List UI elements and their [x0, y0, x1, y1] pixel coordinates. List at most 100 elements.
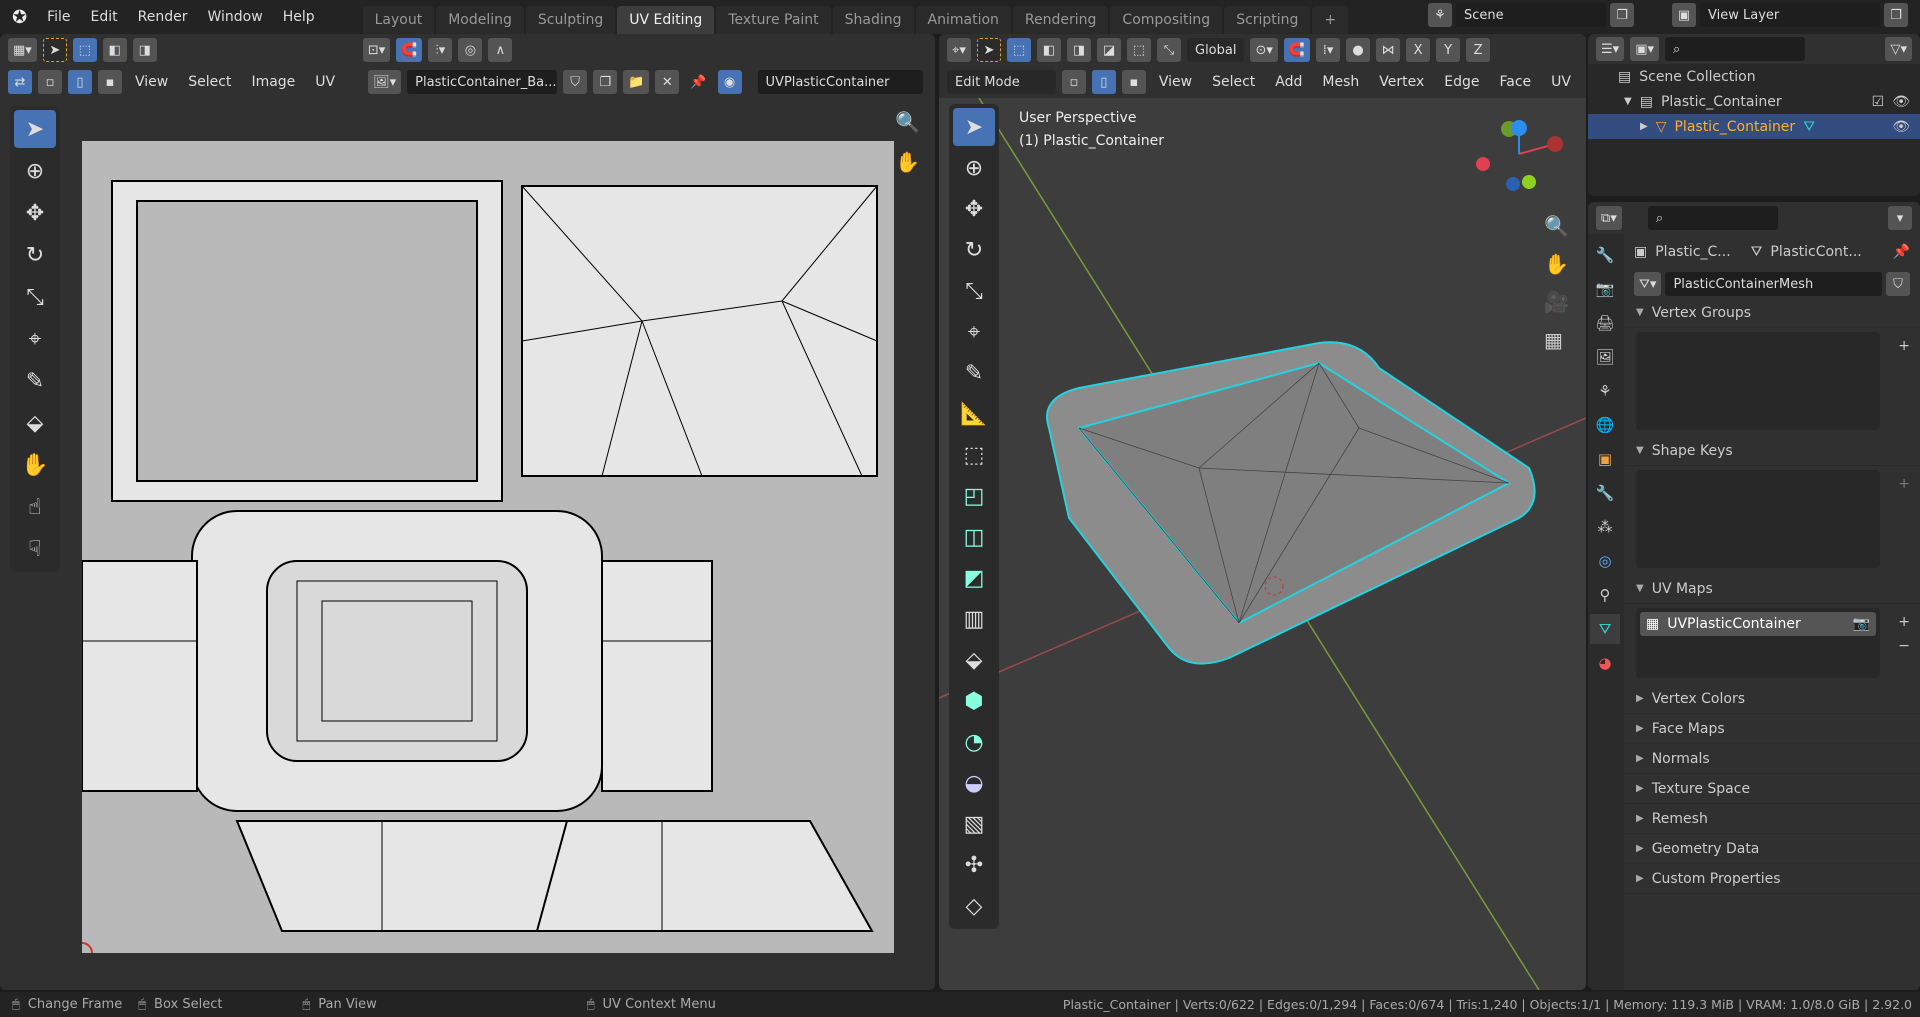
- object-tab-icon[interactable]: ▣: [1590, 444, 1620, 474]
- edge-slide-tool-icon[interactable]: ▧: [953, 805, 995, 843]
- expand-icon[interactable]: ▶: [1640, 121, 1648, 132]
- cursor-tool-icon[interactable]: ⊕: [953, 149, 995, 187]
- outliner-row-scene-collection[interactable]: ▤ Scene Collection: [1588, 64, 1920, 89]
- menu-select[interactable]: Select: [181, 74, 238, 90]
- select-invert-icon[interactable]: ◪: [1097, 38, 1121, 62]
- uv-map-icon[interactable]: ◉: [717, 70, 742, 94]
- editor-type-icon[interactable]: ▦▾: [8, 38, 37, 62]
- scene-field[interactable]: Scene: [1456, 3, 1606, 27]
- section-remesh[interactable]: ▶ Remesh: [1624, 804, 1920, 834]
- tab-compositing[interactable]: Compositing: [1110, 6, 1223, 34]
- grab-tool-icon[interactable]: ✋: [14, 446, 56, 484]
- pin-icon[interactable]: 📌: [1893, 244, 1910, 260]
- ortho-toggle-icon[interactable]: ▦: [1544, 328, 1569, 352]
- orientation-dropdown[interactable]: Global: [1187, 38, 1245, 62]
- menu-view[interactable]: View: [128, 74, 175, 90]
- select-tool-icon[interactable]: ➤: [977, 38, 1001, 62]
- uv-canvas[interactable]: [82, 141, 894, 953]
- smooth-tool-icon[interactable]: ◒: [953, 764, 995, 802]
- select-box-tool-icon[interactable]: ➤: [14, 110, 56, 148]
- knife-tool-icon[interactable]: ⬙: [953, 641, 995, 679]
- shape-keys-list[interactable]: [1636, 470, 1880, 568]
- mirror-x-toggle[interactable]: X: [1406, 38, 1431, 62]
- poly-build-tool-icon[interactable]: ⬢: [953, 682, 995, 720]
- menu-uv[interactable]: UV: [308, 74, 342, 90]
- spin-tool-icon[interactable]: ◔: [953, 723, 995, 761]
- add-cube-tool-icon[interactable]: ⬚: [953, 436, 995, 474]
- transform-tool-icon[interactable]: ⌖: [953, 313, 995, 351]
- snap-target-icon[interactable]: ⁞▾: [1316, 38, 1341, 62]
- edge-mode-icon[interactable]: ▯: [1091, 70, 1116, 94]
- menu-mesh[interactable]: Mesh: [1315, 74, 1366, 90]
- section-texture-space[interactable]: ▶ Texture Space: [1624, 774, 1920, 804]
- section-normals[interactable]: ▶ Normals: [1624, 744, 1920, 774]
- view-layer-icon[interactable]: ▣: [1672, 3, 1696, 27]
- scene-tab-icon[interactable]: ⚘: [1590, 376, 1620, 406]
- menu-select[interactable]: Select: [1205, 74, 1262, 90]
- tab-animation[interactable]: Animation: [915, 6, 1011, 34]
- new-view-layer-button[interactable]: ❐: [1884, 3, 1908, 27]
- select-extend-icon[interactable]: ◧: [1037, 38, 1061, 62]
- world-tab-icon[interactable]: 🌐: [1590, 410, 1620, 440]
- visibility-eye-icon[interactable]: 👁: [1892, 119, 1910, 135]
- rip-tool-icon[interactable]: ⬙: [14, 404, 56, 442]
- output-tab-icon[interactable]: 🖨: [1590, 308, 1620, 338]
- modifier-tab-icon[interactable]: 🔧: [1590, 478, 1620, 508]
- select-tool-icon[interactable]: ➤: [42, 38, 67, 62]
- transform-tool-icon[interactable]: ⌖: [14, 320, 56, 358]
- rotate-tool-icon[interactable]: ↻: [14, 236, 56, 274]
- navigation-gizmo[interactable]: [1469, 114, 1569, 214]
- zoom-view-icon[interactable]: 🔍: [895, 110, 920, 134]
- pivot-icon[interactable]: ⊡▾: [362, 38, 391, 62]
- add-shape-key-button[interactable]: +: [1898, 476, 1910, 492]
- expand-icon[interactable]: ▼: [1624, 96, 1632, 107]
- rotate-tool-icon[interactable]: ↻: [953, 231, 995, 269]
- proportional-icon[interactable]: ●: [1346, 38, 1371, 62]
- menu-file[interactable]: File: [37, 9, 80, 25]
- display-mode-icon[interactable]: ☰▾: [1596, 37, 1625, 61]
- editor-type-icon[interactable]: ⌖▾: [947, 38, 971, 62]
- filter-icon[interactable]: ▽▾: [1885, 37, 1912, 61]
- outliner-row-object[interactable]: ▶ ▽ Plastic_Container ⛛ 👁: [1588, 114, 1920, 139]
- falloff-icon[interactable]: ∧: [488, 38, 513, 62]
- visibility-eye-icon[interactable]: 👁: [1892, 94, 1910, 110]
- outliner-row-collection[interactable]: ▼ ▤ Plastic_Container ☑ 👁: [1588, 89, 1920, 114]
- mode-dropdown[interactable]: Edit Mode: [947, 70, 1056, 94]
- image-browse-icon[interactable]: 🖼▾: [368, 70, 402, 94]
- section-geometry-data[interactable]: ▶ Geometry Data: [1624, 834, 1920, 864]
- physics-tab-icon[interactable]: ◎: [1590, 546, 1620, 576]
- material-tab-icon[interactable]: ◕: [1590, 648, 1620, 678]
- camera-view-icon[interactable]: 🎥: [1544, 290, 1569, 314]
- uv-sync-icon[interactable]: ⇄: [8, 70, 32, 94]
- view-layer-filter-icon[interactable]: ▣▾: [1630, 37, 1659, 61]
- cursor-tool-icon[interactable]: ⊕: [14, 152, 56, 190]
- section-vertex-colors[interactable]: ▶ Vertex Colors: [1624, 684, 1920, 714]
- particles-tab-icon[interactable]: ⁂: [1590, 512, 1620, 542]
- remove-uv-map-button[interactable]: −: [1898, 638, 1910, 654]
- section-shape-keys[interactable]: ▼ Shape Keys: [1624, 436, 1920, 466]
- snap-icon[interactable]: 🧲: [396, 38, 423, 62]
- shear-tool-icon[interactable]: ◇: [953, 887, 995, 925]
- view-layer-field[interactable]: View Layer: [1700, 3, 1880, 27]
- image-name-field[interactable]: PlasticContainer_Ba...: [407, 70, 558, 94]
- fake-user-icon[interactable]: ⛉: [1886, 272, 1910, 296]
- select-mode-new-icon[interactable]: ⬚: [72, 38, 97, 62]
- properties-search[interactable]: ⌕: [1647, 206, 1778, 230]
- move-tool-icon[interactable]: ✥: [953, 190, 995, 228]
- tab-shading[interactable]: Shading: [832, 6, 914, 34]
- menu-face[interactable]: Face: [1493, 74, 1539, 90]
- exclude-checkbox[interactable]: ☑: [1872, 94, 1885, 110]
- active-render-icon[interactable]: 📷: [1853, 616, 1870, 632]
- render-tab-icon[interactable]: 📷: [1590, 274, 1620, 304]
- menu-render[interactable]: Render: [128, 9, 198, 25]
- section-custom-properties[interactable]: ▶ Custom Properties: [1624, 864, 1920, 894]
- tab-rendering[interactable]: Rendering: [1012, 6, 1109, 34]
- scale-tool-icon[interactable]: ⤡: [953, 272, 995, 310]
- snap-icon[interactable]: 🧲: [1283, 38, 1311, 62]
- view-layer-tab-icon[interactable]: 🖼: [1590, 342, 1620, 372]
- scene-selector-icon[interactable]: ⚘: [1428, 3, 1452, 27]
- measure-tool-icon[interactable]: 📐: [953, 395, 995, 433]
- annotate-tool-icon[interactable]: ✎: [14, 362, 56, 400]
- mirror-y-toggle[interactable]: Y: [1436, 38, 1461, 62]
- new-scene-button[interactable]: ❐: [1610, 3, 1634, 27]
